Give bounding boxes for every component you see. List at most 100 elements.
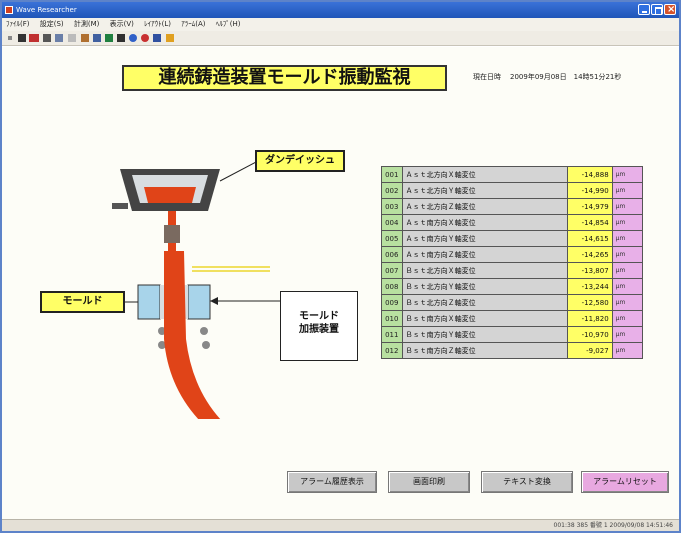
caster-diagram: [112, 160, 280, 419]
table-row: 012 Ｂｓｔ南方向Ｚ軸変位 -9,027 μm: [381, 342, 644, 359]
row-name: Ｂｓｔ北方向Ｚ軸変位: [401, 294, 569, 311]
maximize-icon[interactable]: [651, 4, 663, 15]
close-icon[interactable]: [664, 2, 676, 18]
table-row: 002 Ａｓｔ北方向Ｙ軸変位 -14,990 μm: [381, 182, 644, 199]
table-row: 004 Ａｓｔ南方向Ｘ軸変位 -14,854 μm: [381, 214, 644, 231]
row-name: Ｂｓｔ南方向Ｘ軸変位: [401, 310, 569, 327]
row-number: 006: [381, 246, 403, 263]
arrow-left-icon[interactable]: [105, 34, 113, 42]
row-unit: μm: [611, 214, 644, 231]
tundish-wall: [112, 203, 128, 209]
oscillator-label-line1: モールド: [299, 311, 339, 322]
row-number: 005: [381, 230, 403, 247]
row-number: 002: [381, 182, 403, 199]
row-number: 003: [381, 198, 403, 215]
row-unit: μm: [611, 166, 644, 183]
alarm-reset-button[interactable]: アラームリセット: [581, 471, 669, 493]
print-icon[interactable]: [43, 34, 51, 42]
arrow-head-icon: [210, 297, 218, 305]
row-value: -14,615: [567, 230, 613, 247]
star-icon[interactable]: [166, 34, 174, 42]
circle-blue-icon[interactable]: [129, 34, 137, 42]
alarm-history-button[interactable]: アラーム履歴表示: [287, 471, 377, 493]
table-row: 008 Ｂｓｔ北方向Ｙ軸変位 -13,244 μm: [381, 278, 644, 295]
row-value: -12,580: [567, 294, 613, 311]
row-name: Ａｓｔ南方向Ｘ軸変位: [401, 214, 569, 231]
tundish-steel: [144, 187, 196, 203]
row-name: Ａｓｔ北方向Ｘ軸変位: [401, 166, 569, 183]
menu-file[interactable]: ﾌｧｲﾙ(F): [2, 18, 34, 31]
row-value: -11,820: [567, 310, 613, 327]
row-number: 008: [381, 278, 403, 295]
toolbar: [2, 31, 679, 46]
record-icon[interactable]: [29, 34, 39, 42]
row-value: -14,888: [567, 166, 613, 183]
row-name: Ｂｓｔ南方向Ｚ軸変位: [401, 342, 569, 359]
menu-alarm[interactable]: ｱﾗｰﾑ(A): [177, 18, 209, 31]
copy-icon[interactable]: [68, 34, 76, 42]
monitor-panel: 連続鋳造装置モールド振動監視 現在日時 2009年09月08日 14時51分21…: [2, 47, 679, 519]
row-number: 011: [381, 326, 403, 343]
row-value: -14,854: [567, 214, 613, 231]
menu-settings[interactable]: 設定(S): [36, 18, 68, 31]
row-unit: μm: [611, 294, 644, 311]
row-unit: μm: [611, 326, 644, 343]
mold-label: モールド: [40, 291, 125, 313]
row-unit: μm: [611, 310, 644, 327]
row-number: 009: [381, 294, 403, 311]
mold-right: [187, 284, 211, 320]
nozzle-shroud: [164, 225, 180, 243]
app-window: Wave Researcher ﾌｧｲﾙ(F) 設定(S) 計測(M) 表示(V…: [0, 0, 681, 533]
row-value: -14,265: [567, 246, 613, 263]
row-value: -13,244: [567, 278, 613, 295]
row-number: 007: [381, 262, 403, 279]
grip-icon: [8, 36, 12, 40]
row-name: Ａｓｔ北方向Ｙ軸変位: [401, 182, 569, 199]
roll: [202, 341, 210, 349]
circle-red-icon[interactable]: [141, 34, 149, 42]
text-convert-button[interactable]: テキスト変換: [481, 471, 573, 493]
row-unit: μm: [611, 230, 644, 247]
row-unit: μm: [611, 246, 644, 263]
app-icon: [5, 6, 13, 14]
menu-measure[interactable]: 計測(M): [70, 18, 104, 31]
table-row: 006 Ａｓｔ南方向Ｚ軸変位 -14,265 μm: [381, 246, 644, 263]
row-number: 004: [381, 214, 403, 231]
table-row: 011 Ｂｓｔ南方向Ｙ軸変位 -10,970 μm: [381, 326, 644, 343]
roll: [200, 327, 208, 335]
window-title: Wave Researcher: [16, 6, 77, 14]
row-value: -14,990: [567, 182, 613, 199]
menu-view[interactable]: 表示(V): [106, 18, 138, 31]
row-value: -10,970: [567, 326, 613, 343]
preview-icon[interactable]: [55, 34, 63, 42]
row-name: Ｂｓｔ南方向Ｙ軸変位: [401, 326, 569, 343]
status-bar: 001:38 385 番號 1 2009/09/08 14:51:46: [2, 519, 679, 531]
menu-bar: ﾌｧｲﾙ(F) 設定(S) 計測(M) 表示(V) ﾚｲｱｳﾄ(L) ｱﾗｰﾑ(…: [2, 18, 679, 31]
print-screen-button[interactable]: 画面印刷: [388, 471, 470, 493]
minimize-icon[interactable]: [638, 4, 650, 15]
clock-value: 2009年09月08日 14時51分21秒: [510, 73, 622, 81]
row-unit: μm: [611, 182, 644, 199]
mold-left: [137, 284, 161, 320]
menu-help[interactable]: ﾍﾙﾌﾟ(H): [212, 18, 245, 31]
table-row: 005 Ａｓｔ南方向Ｙ軸変位 -14,615 μm: [381, 230, 644, 247]
row-unit: μm: [611, 262, 644, 279]
window-icon[interactable]: [153, 34, 161, 42]
table-row: 009 Ｂｓｔ北方向Ｚ軸変位 -12,580 μm: [381, 294, 644, 311]
pointer-icon[interactable]: [117, 34, 125, 42]
row-unit: μm: [611, 278, 644, 295]
row-value: -9,027: [567, 342, 613, 359]
row-unit: μm: [611, 198, 644, 215]
sensor-table: 001 Ａｓｔ北方向Ｘ軸変位 -14,888 μm 002 Ａｓｔ北方向Ｙ軸変位 -14,9…: [381, 166, 644, 359]
row-value: -13,807: [567, 262, 613, 279]
table-row: 003 Ａｓｔ北方向Ｚ軸変位 -14,979 μm: [381, 198, 644, 215]
page-title: 連続鋳造装置モールド振動監視: [122, 65, 447, 91]
title-bar[interactable]: Wave Researcher: [2, 2, 679, 18]
row-number: 001: [381, 166, 403, 183]
menu-layout[interactable]: ﾚｲｱｳﾄ(L): [140, 18, 175, 31]
stop-icon[interactable]: [18, 34, 26, 42]
tool-icon[interactable]: [81, 34, 89, 42]
edit-icon[interactable]: [93, 34, 101, 42]
oscillator-label-line2: 加振装置: [299, 324, 339, 335]
table-row: 010 Ｂｓｔ南方向Ｘ軸変位 -11,820 μm: [381, 310, 644, 327]
